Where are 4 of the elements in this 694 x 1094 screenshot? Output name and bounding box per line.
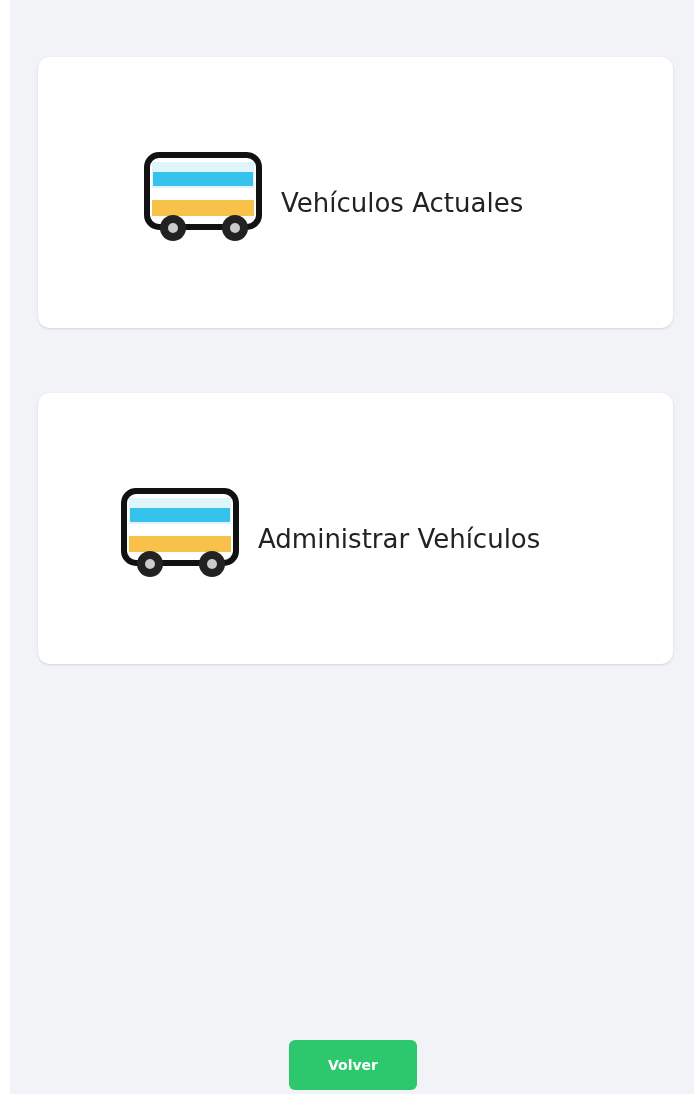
card-label: Administrar Vehículos — [258, 523, 541, 556]
menu-card[interactable]: Administrar Vehículos — [38, 393, 673, 664]
menu-card[interactable]: Vehículos Actuales — [38, 57, 673, 328]
card-label: Vehículos Actuales — [281, 187, 524, 220]
